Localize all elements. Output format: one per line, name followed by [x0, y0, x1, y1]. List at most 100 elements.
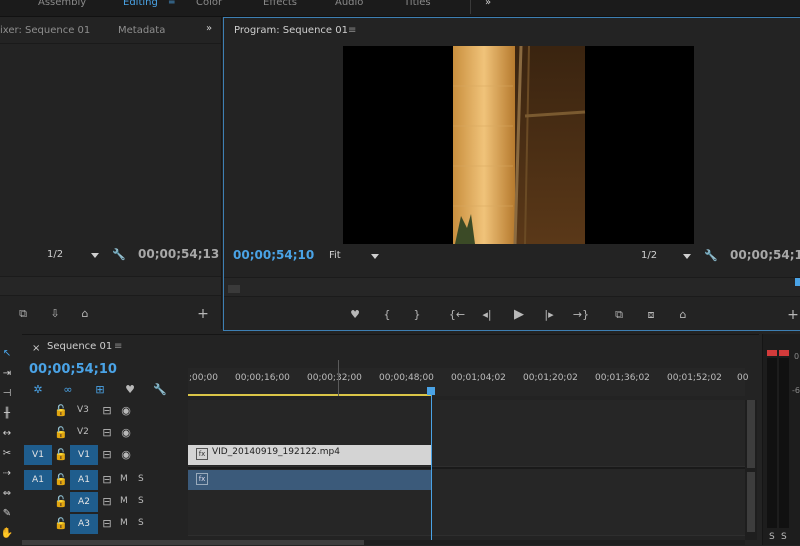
mute-button[interactable]: M: [120, 496, 128, 506]
pen-tool-icon[interactable]: ✎: [0, 508, 14, 524]
track-lane-a3[interactable]: [188, 513, 745, 536]
program-playhead-marker[interactable]: [795, 278, 800, 286]
extract-icon[interactable]: ⧈: [642, 308, 660, 322]
lock-icon[interactable]: 🔓: [52, 495, 70, 509]
program-scroll-handle[interactable]: [228, 285, 240, 293]
workspace-more-icon[interactable]: »: [485, 0, 491, 8]
step-forward-icon[interactable]: |▸: [540, 308, 558, 322]
clip-indicator-right[interactable]: [779, 350, 789, 356]
scrollbar-thumb[interactable]: [22, 540, 364, 545]
track-target-a1[interactable]: A1: [70, 470, 98, 490]
slide-tool-icon[interactable]: ⇔: [0, 488, 14, 504]
track-lane-v3[interactable]: [188, 400, 745, 423]
add-button-icon[interactable]: +: [194, 307, 212, 321]
mute-button[interactable]: M: [120, 474, 128, 484]
fx-badge[interactable]: fx: [196, 448, 208, 460]
lock-icon[interactable]: 🔓: [52, 404, 70, 418]
lift-icon[interactable]: ⧉: [610, 308, 628, 322]
mark-out-icon[interactable]: }: [408, 308, 426, 322]
workspace-titles[interactable]: Titles: [404, 0, 431, 8]
clip-indicator-left[interactable]: [767, 350, 777, 356]
go-to-in-icon[interactable]: {←: [448, 308, 466, 322]
timeline-timecode[interactable]: 00;00;54;10: [29, 362, 117, 377]
play-icon[interactable]: ▶: [510, 308, 528, 322]
tab-metadata[interactable]: Metadata: [118, 25, 165, 36]
tab-audio-mixer[interactable]: ixer: Sequence 01: [0, 25, 90, 36]
panel-more-icon[interactable]: »: [206, 23, 212, 34]
hand-tool-icon[interactable]: ✋: [0, 528, 14, 544]
video-clip[interactable]: fx VID_20140919_192122.mp4: [188, 445, 431, 465]
sync-lock-icon[interactable]: ⊟: [98, 473, 116, 487]
playhead-handle[interactable]: [427, 387, 435, 395]
wrench-icon[interactable]: 🔧: [110, 248, 128, 262]
sync-lock-icon[interactable]: ⊟: [98, 495, 116, 509]
timeline-menu-icon[interactable]: ≡: [114, 341, 122, 352]
solo-button[interactable]: S: [138, 474, 144, 484]
selection-tool-icon[interactable]: ↖: [0, 348, 14, 364]
zoom-level-dropdown[interactable]: Fit: [329, 250, 379, 262]
track-lane-a2[interactable]: [188, 491, 745, 514]
scrollbar-thumb[interactable]: [747, 400, 755, 468]
mark-in-icon[interactable]: {: [378, 308, 396, 322]
program-mini-ruler[interactable]: [224, 277, 800, 297]
sync-lock-icon[interactable]: ⊟: [98, 404, 116, 418]
sync-lock-icon[interactable]: ⊟: [98, 448, 116, 462]
slip-tool-icon[interactable]: ⇢: [0, 468, 14, 484]
razor-tool-icon[interactable]: ✂: [0, 448, 14, 464]
workspace-assembly[interactable]: Assembly: [38, 0, 86, 8]
add-marker-icon[interactable]: ♥: [121, 383, 139, 397]
close-icon[interactable]: ×: [32, 343, 40, 354]
ripple-edit-tool-icon[interactable]: ⊣: [0, 388, 14, 404]
source-patch-v1[interactable]: V1: [24, 445, 52, 465]
track-target-v1[interactable]: V1: [70, 445, 98, 465]
camera-icon[interactable]: ⌂: [674, 308, 692, 322]
timeline-tab-title[interactable]: Sequence 01: [47, 341, 112, 352]
lock-icon[interactable]: 🔓: [52, 517, 70, 531]
mute-button[interactable]: M: [120, 518, 128, 528]
track-target-a2[interactable]: A2: [70, 492, 98, 512]
insert-icon[interactable]: ⇩: [46, 307, 64, 321]
work-area-bar[interactable]: [188, 394, 432, 396]
go-to-out-icon[interactable]: →}: [572, 308, 590, 322]
workspace-editing[interactable]: Editing: [123, 0, 158, 8]
meter-solo-left[interactable]: S: [769, 532, 775, 542]
solo-button[interactable]: S: [138, 518, 144, 528]
sync-lock-icon[interactable]: ⊟: [98, 517, 116, 531]
playhead-line[interactable]: [431, 388, 432, 540]
source-mini-ruler[interactable]: [0, 276, 221, 296]
workspace-effects[interactable]: Effects: [263, 0, 297, 8]
eye-icon[interactable]: ◉: [117, 448, 135, 462]
workspace-menu-icon[interactable]: ≡: [168, 0, 176, 7]
linked-selection-icon[interactable]: ∞: [59, 383, 77, 397]
lock-icon[interactable]: 🔓: [52, 473, 70, 487]
program-menu-icon[interactable]: ≡: [348, 25, 356, 36]
meter-solo-right[interactable]: S: [781, 532, 787, 542]
add-button-icon[interactable]: +: [784, 308, 800, 322]
timeline-vertical-scrollbar[interactable]: [745, 400, 757, 540]
program-resolution-dropdown[interactable]: 1/2: [641, 250, 691, 262]
rate-stretch-tool-icon[interactable]: ↔: [0, 428, 14, 444]
eye-icon[interactable]: ◉: [117, 404, 135, 418]
scrollbar-thumb[interactable]: [747, 472, 755, 532]
source-patch-a1[interactable]: A1: [24, 470, 52, 490]
track-name[interactable]: V2: [77, 427, 89, 437]
track-name[interactable]: V3: [77, 405, 89, 415]
rolling-edit-tool-icon[interactable]: ╫: [0, 408, 14, 424]
program-title[interactable]: Program: Sequence 01: [234, 25, 348, 36]
solo-button[interactable]: S: [138, 496, 144, 506]
export-frame-icon[interactable]: ⧉: [14, 307, 32, 321]
lock-icon[interactable]: 🔓: [52, 426, 70, 440]
step-back-icon[interactable]: ◂|: [478, 308, 496, 322]
audio-clip[interactable]: fx: [188, 470, 431, 490]
sync-lock-icon[interactable]: ⊟: [98, 426, 116, 440]
track-lane-v2[interactable]: [188, 422, 745, 445]
track-select-tool-icon[interactable]: ⇥: [0, 368, 14, 384]
program-video-frame[interactable]: [343, 45, 694, 245]
fx-badge[interactable]: fx: [196, 473, 208, 485]
workspace-audio[interactable]: Audio: [335, 0, 363, 8]
program-playhead-timecode[interactable]: 00;00;54;10: [233, 248, 314, 262]
wrench-icon[interactable]: 🔧: [702, 249, 720, 263]
eye-icon[interactable]: ◉: [117, 426, 135, 440]
track-target-a3[interactable]: A3: [70, 514, 98, 534]
camera-icon[interactable]: ⌂: [76, 307, 94, 321]
